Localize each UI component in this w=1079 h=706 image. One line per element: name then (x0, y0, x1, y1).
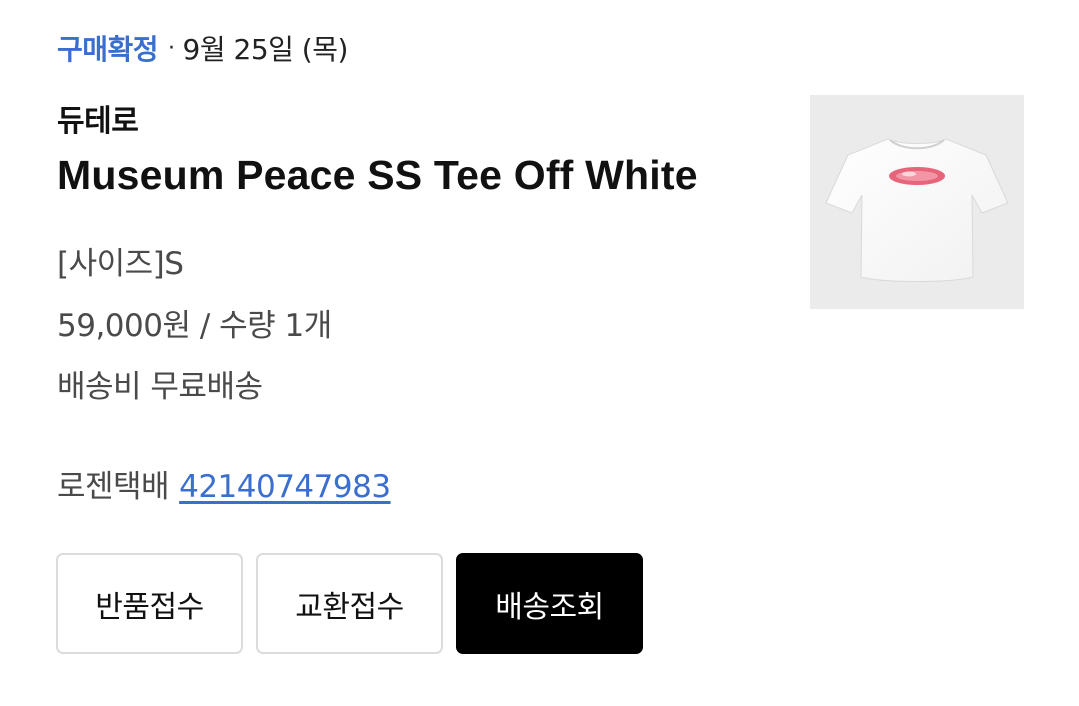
return-button[interactable]: 반품접수 (56, 553, 243, 654)
track-delivery-button[interactable]: 배송조회 (456, 553, 643, 654)
courier-name: 로젠택배 (57, 469, 170, 505)
separator-dot: · (168, 35, 175, 61)
courier-line: 로젠택배 42140747983 (57, 461, 391, 506)
order-status: 구매확정 (57, 33, 159, 66)
exchange-button[interactable]: 교환접수 (256, 553, 443, 654)
price-quantity: 59,000원 / 수량 1개 (57, 308, 332, 344)
order-status-line: 구매확정 · 9월 25일 (목) (57, 28, 348, 68)
order-date: 9월 25일 (목) (182, 33, 349, 66)
tshirt-icon (825, 138, 1009, 282)
shipping-fee: 배송비 무료배송 (57, 369, 263, 405)
brand-name[interactable]: 듀테로 (57, 96, 139, 140)
product-option: [사이즈]S (57, 246, 184, 282)
product-thumbnail[interactable] (810, 95, 1024, 309)
tracking-number-link[interactable]: 42140747983 (179, 469, 391, 505)
action-buttons: 반품접수 교환접수 배송조회 (56, 553, 643, 654)
product-name[interactable]: Museum Peace SS Tee Off White (57, 152, 698, 199)
